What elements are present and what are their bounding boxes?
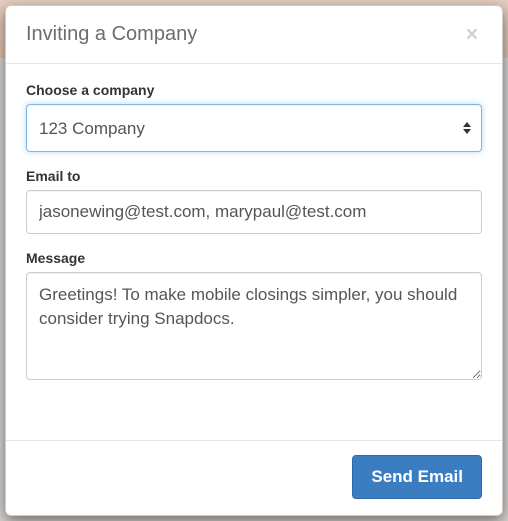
send-email-button[interactable]: Send Email: [352, 455, 482, 499]
email-label: Email to: [26, 168, 482, 184]
email-group: Email to: [26, 168, 482, 234]
company-group: Choose a company 123 Company: [26, 82, 482, 152]
modal-title: Inviting a Company: [26, 21, 197, 47]
invite-company-modal: Inviting a Company × Choose a company 12…: [5, 5, 503, 516]
close-button[interactable]: ×: [462, 24, 482, 45]
message-field[interactable]: Greetings! To make mobile closings simpl…: [26, 272, 482, 380]
message-group: Message Greetings! To make mobile closin…: [26, 250, 482, 385]
company-label: Choose a company: [26, 82, 482, 98]
email-field[interactable]: [26, 190, 482, 234]
company-select-wrap: 123 Company: [26, 104, 482, 152]
modal-header: Inviting a Company ×: [6, 6, 502, 64]
company-select[interactable]: 123 Company: [26, 104, 482, 152]
message-label: Message: [26, 250, 482, 266]
modal-footer: Send Email: [6, 440, 502, 515]
modal-body: Choose a company 123 Company Email to Me…: [6, 64, 502, 440]
